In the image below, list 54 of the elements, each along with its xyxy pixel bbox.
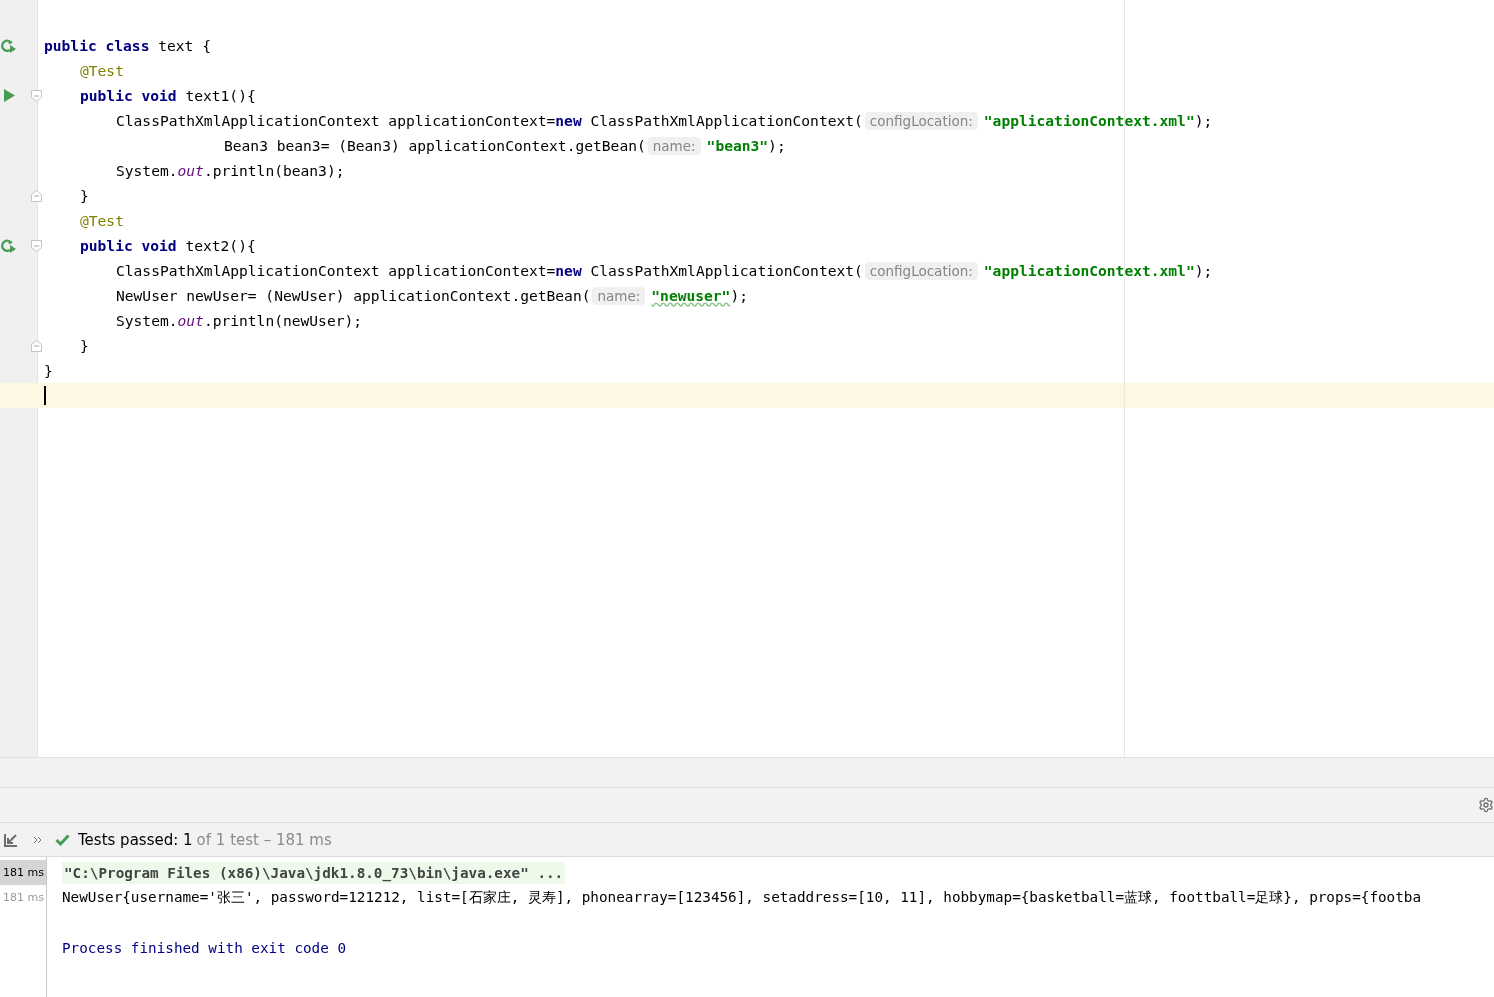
parameter-hint: configLocation: (864, 111, 978, 130)
double-chevron-icon[interactable] (33, 835, 43, 844)
parameter-hint: name: (647, 136, 701, 155)
code-token: "applicationContext.xml" (983, 112, 1195, 129)
code-token: .println(newUser); (203, 312, 363, 329)
test-duration-item[interactable]: 181 ms (0, 860, 46, 885)
code-token: text { (157, 37, 211, 54)
code-token: new (555, 112, 582, 129)
code-token: "applicationContext.xml" (983, 262, 1195, 279)
fold-marker-icon[interactable] (31, 339, 42, 352)
code-token: } (80, 337, 89, 354)
code-token: ClassPathXmlApplicationContext applicationContext= (116, 262, 556, 279)
test-summary: of 1 test – 181 ms (196, 830, 332, 849)
console-line: NewUser{username='张三', password=121212, list=[石家庄, 灵寿], phonearray=[123456], setaddress=[10, 11], hobbymap={basketball=蓝球, foottball=足球}, props={footba (62, 888, 1422, 907)
code-token: ClassPathXmlApplicationContext( (589, 262, 863, 279)
code-token: System. (116, 312, 178, 329)
fold-marker-icon[interactable] (31, 89, 42, 102)
parameter-hint: configLocation: (864, 261, 978, 280)
code-token: "bean3" (706, 137, 769, 154)
code-token: public void (80, 87, 177, 104)
code-token: "newuser" (651, 287, 731, 304)
code-token: ); (768, 137, 786, 154)
export-arrow-icon[interactable] (3, 831, 19, 848)
fold-marker-icon[interactable] (31, 239, 42, 252)
code-token: ); (730, 287, 748, 304)
code-token: @Test (80, 212, 124, 229)
code-token: text1(){ (184, 87, 256, 104)
fold-marker-icon[interactable] (31, 189, 42, 202)
run-icon[interactable] (4, 89, 15, 102)
code-token: ); (1194, 262, 1213, 279)
code-token: text2(){ (184, 237, 256, 254)
code-token: public class (44, 37, 150, 54)
code-token: .println(bean3); (203, 162, 345, 179)
code-token: ClassPathXmlApplicationContext( (589, 112, 863, 129)
code-token: } (80, 187, 89, 204)
code-token: new (555, 262, 582, 279)
code-token: Bean3 bean3= (Bean3) applicationContext.getBean( (224, 137, 646, 154)
settings-icon[interactable] (1478, 797, 1494, 813)
text-cursor (44, 386, 46, 405)
parameter-hint: name: (592, 286, 646, 305)
code-token: NewUser newUser= (NewUser) applicationContext.getBean( (116, 287, 591, 304)
code-token: public void (80, 237, 177, 254)
code-token: System. (116, 162, 178, 179)
rerun-icon[interactable] (1, 38, 17, 53)
code-token: ClassPathXmlApplicationContext applicationContext= (116, 112, 556, 129)
code-token: ); (1194, 112, 1213, 129)
code-token: @Test (80, 62, 124, 79)
code-token: out (177, 312, 204, 329)
rerun-icon[interactable] (1, 238, 17, 253)
check-icon (55, 833, 70, 846)
console-line: Process finished with exit code 0 (62, 939, 347, 956)
code-token: out (177, 162, 204, 179)
code-token: } (44, 362, 53, 379)
tests-passed-label: Tests passed: 1 (78, 830, 193, 849)
